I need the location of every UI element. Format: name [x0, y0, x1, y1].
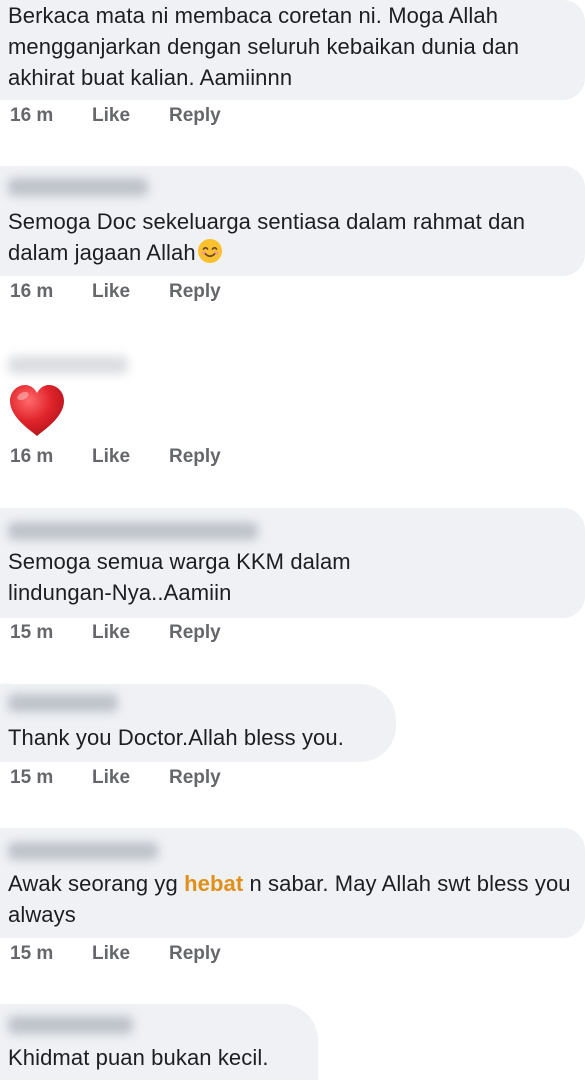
- comment-timestamp[interactable]: 16 m: [10, 280, 53, 304]
- comment-timestamp[interactable]: 16 m: [10, 104, 53, 128]
- like-button[interactable]: Like: [92, 445, 130, 469]
- reply-button[interactable]: Reply: [169, 942, 221, 966]
- comment-text: Khidmat puan bukan kecil.: [8, 1045, 269, 1070]
- comment-timestamp[interactable]: 16 m: [10, 445, 53, 469]
- like-button[interactable]: Like: [92, 766, 130, 790]
- like-button[interactable]: Like: [92, 942, 130, 966]
- commenter-name-blurred[interactable]: [8, 694, 118, 712]
- commenter-name-blurred[interactable]: [8, 178, 148, 196]
- commenter-name-blurred[interactable]: [8, 356, 128, 374]
- like-button[interactable]: Like: [92, 621, 130, 645]
- comment-bubble: Awak seorang yg hebat n sabar. May Allah…: [0, 828, 585, 938]
- reply-button[interactable]: Reply: [169, 445, 221, 469]
- highlighted-word[interactable]: hebat: [184, 871, 243, 896]
- reply-button[interactable]: Reply: [169, 280, 221, 304]
- reply-button[interactable]: Reply: [169, 621, 221, 645]
- commenter-name-blurred[interactable]: [8, 842, 158, 860]
- comment-bubble: Semoga semua warga KKM dalam lindungan-N…: [0, 508, 585, 618]
- comment-timestamp[interactable]: 15 m: [10, 766, 53, 790]
- comment-timestamp[interactable]: 15 m: [10, 942, 53, 966]
- comment-text: Semoga semua warga KKM dalam lindungan-N…: [8, 549, 351, 605]
- smiling-face-icon: [197, 238, 223, 272]
- commenter-name-blurred[interactable]: [8, 1016, 133, 1034]
- like-button[interactable]: Like: [92, 104, 130, 128]
- comment-text-part: Awak seorang yg: [8, 871, 185, 896]
- comment-timestamp[interactable]: 15 m: [10, 621, 53, 645]
- comment-bubble: Thank you Doctor.Allah bless you.: [0, 684, 396, 762]
- comment-text: Thank you Doctor.Allah bless you.: [8, 725, 344, 750]
- comment-bubble: Khidmat puan bukan kecil.: [0, 1004, 318, 1080]
- commenter-name-blurred[interactable]: [8, 522, 258, 540]
- comment-text-content: Semoga Doc sekeluarga sentiasa dalam rah…: [8, 209, 526, 265]
- reply-button[interactable]: Reply: [169, 104, 221, 128]
- comment-text: Berkaca mata ni membaca coretan ni. Moga…: [8, 3, 520, 90]
- red-heart-icon: [8, 384, 66, 443]
- like-button[interactable]: Like: [92, 280, 130, 304]
- reply-button[interactable]: Reply: [169, 766, 221, 790]
- comment-text: Awak seorang yg hebat n sabar. May Allah…: [8, 868, 575, 930]
- comment-text: Semoga Doc sekeluarga sentiasa dalam rah…: [8, 206, 575, 272]
- comment-bubble: Semoga Doc sekeluarga sentiasa dalam rah…: [0, 166, 585, 276]
- comment-bubble: Berkaca mata ni membaca coretan ni. Moga…: [0, 0, 585, 100]
